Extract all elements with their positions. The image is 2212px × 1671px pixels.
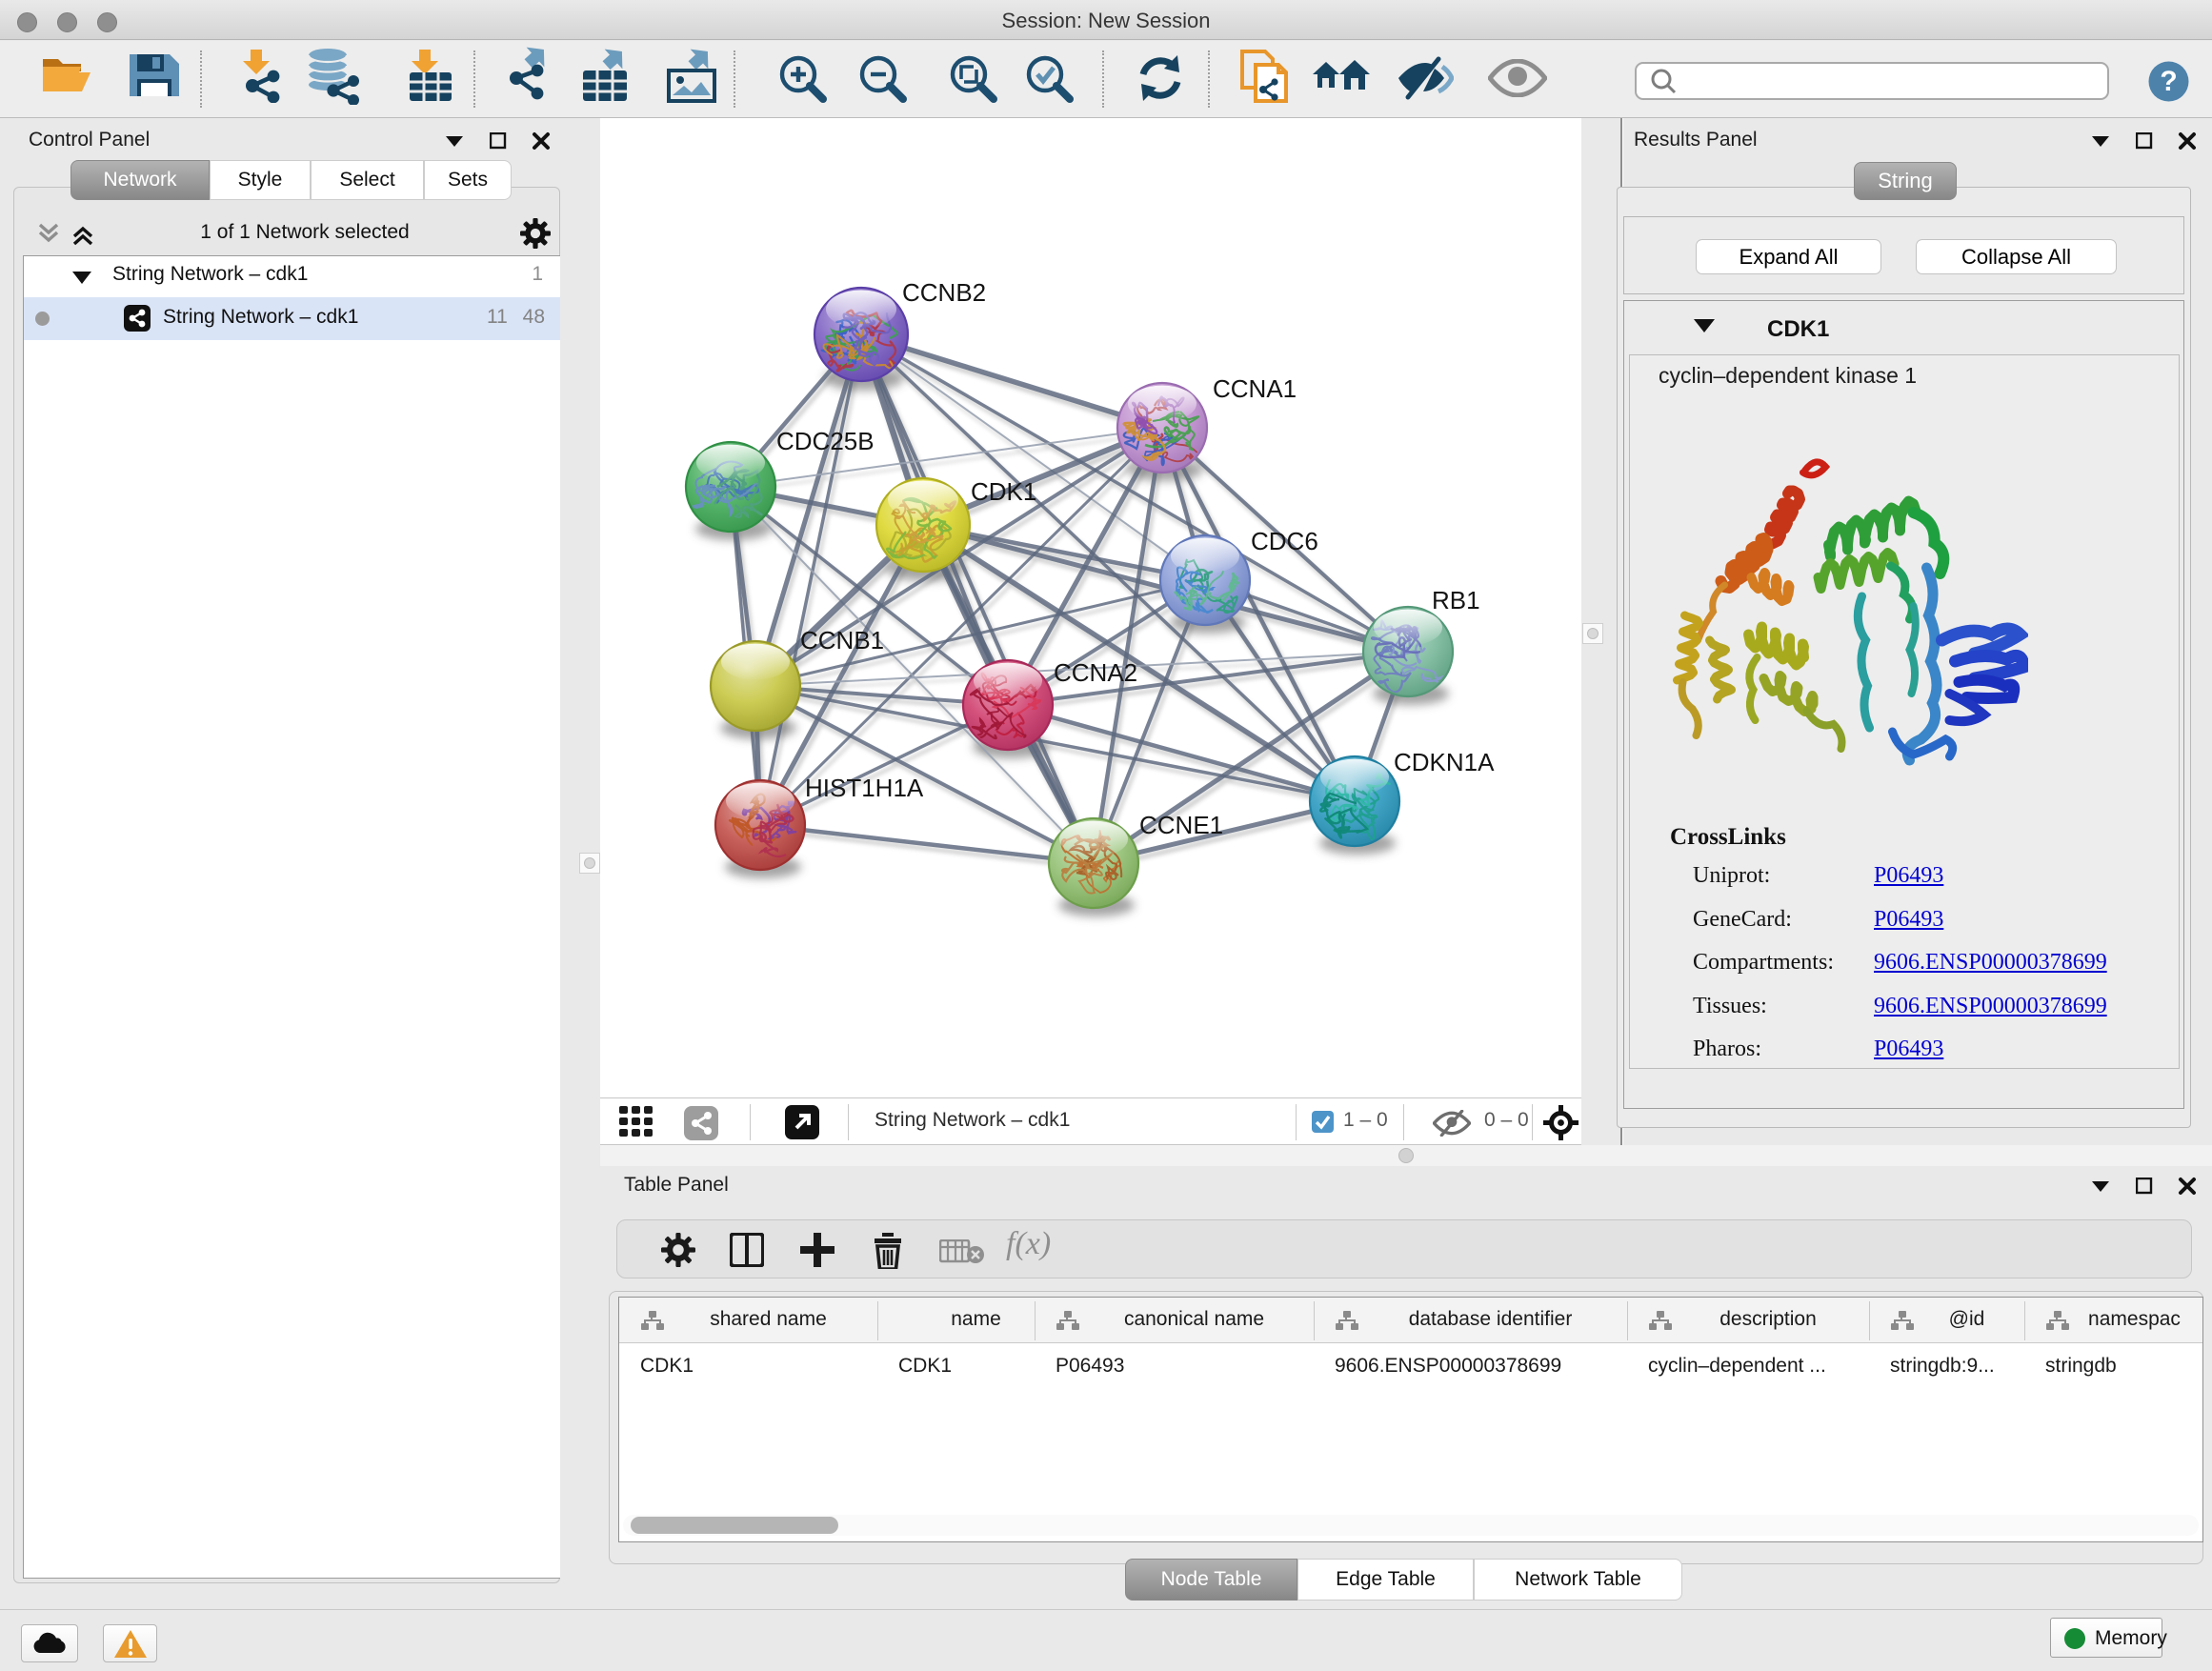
svg-text:RB1: RB1 bbox=[1432, 586, 1480, 614]
svg-text:CCNB2: CCNB2 bbox=[902, 278, 986, 307]
svg-text:CDC6: CDC6 bbox=[1251, 527, 1318, 555]
svg-text:CDK1: CDK1 bbox=[971, 477, 1036, 506]
svg-text:CCNA1: CCNA1 bbox=[1213, 374, 1297, 403]
svg-text:CCNE1: CCNE1 bbox=[1139, 811, 1223, 839]
svg-text:?: ? bbox=[2160, 66, 2177, 97]
svg-text:CDKN1A: CDKN1A bbox=[1394, 748, 1495, 776]
svg-text:CCNA2: CCNA2 bbox=[1054, 658, 1137, 687]
svg-text:HIST1H1A: HIST1H1A bbox=[805, 774, 924, 802]
svg-text:CCNB1: CCNB1 bbox=[800, 626, 884, 654]
svg-text:CDC25B: CDC25B bbox=[776, 427, 875, 455]
